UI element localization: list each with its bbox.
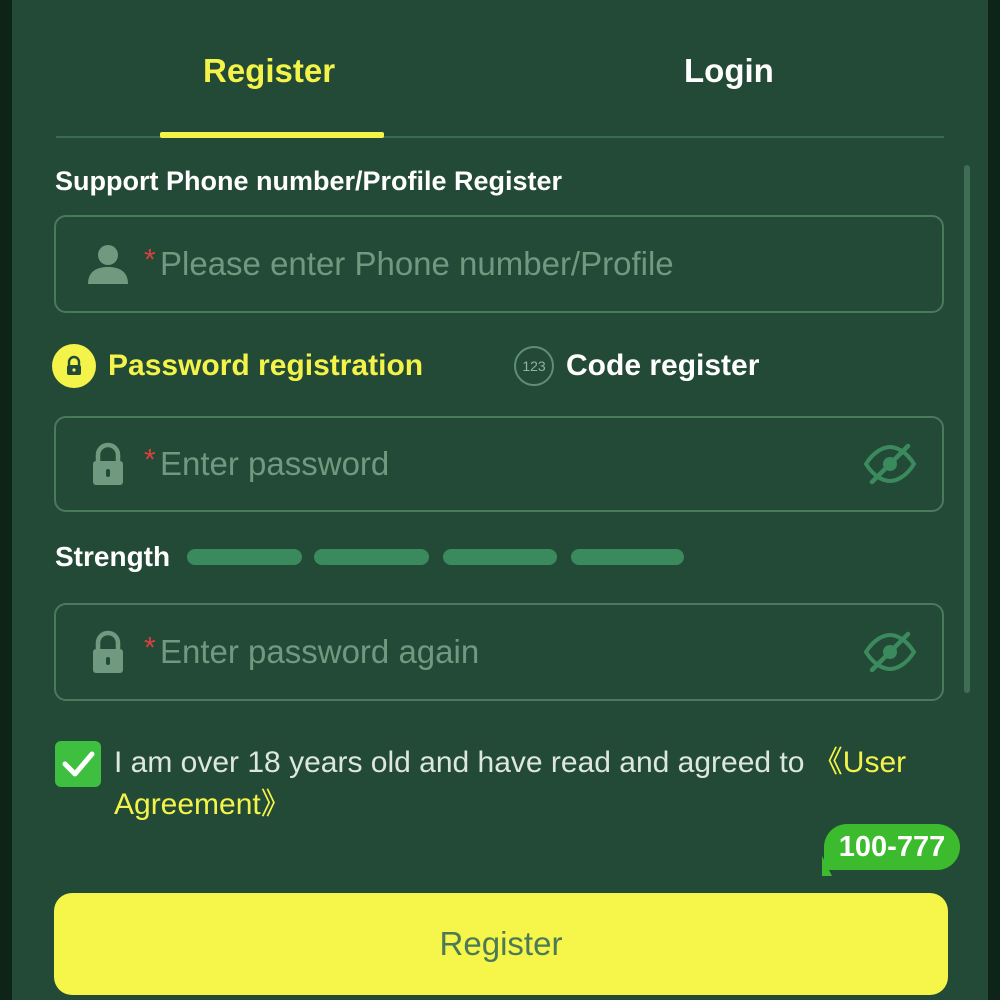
auth-tabs: Register Login bbox=[56, 0, 944, 138]
password-input[interactable] bbox=[160, 418, 850, 510]
code-register-label: Code register bbox=[566, 349, 760, 382]
password-field[interactable]: * bbox=[54, 416, 944, 512]
password-confirm-input[interactable] bbox=[160, 605, 850, 699]
password-confirm-field[interactable]: * bbox=[54, 603, 944, 701]
tab-register[interactable]: Register bbox=[203, 52, 335, 90]
eye-off-icon[interactable] bbox=[862, 442, 918, 486]
lock-icon bbox=[52, 344, 96, 388]
lock-icon bbox=[93, 442, 123, 485]
phone-field[interactable]: * bbox=[54, 215, 944, 313]
register-panel: Register Login Support Phone number/Prof… bbox=[12, 0, 988, 1000]
numeric-code-icon: 123 bbox=[514, 346, 554, 386]
password-registration-label: Password registration bbox=[108, 349, 424, 382]
phone-input[interactable] bbox=[160, 217, 850, 311]
password-registration-option[interactable]: Password registration bbox=[52, 343, 423, 389]
bonus-badge: 100-777 bbox=[824, 824, 960, 870]
required-mark: * bbox=[144, 443, 156, 477]
form-scrollbar[interactable] bbox=[964, 165, 970, 693]
tab-login[interactable]: Login bbox=[684, 52, 774, 90]
background-edge-left bbox=[0, 0, 12, 1000]
background-edge-right bbox=[988, 0, 1000, 1000]
strength-segment-1 bbox=[187, 549, 302, 565]
section-label: Support Phone number/Profile Register bbox=[55, 166, 563, 196]
check-icon bbox=[62, 751, 95, 777]
required-mark: * bbox=[144, 243, 156, 277]
strength-segment-2 bbox=[314, 549, 429, 565]
register-button[interactable]: Register bbox=[54, 893, 948, 995]
user-icon bbox=[88, 245, 128, 284]
strength-label: Strength bbox=[55, 541, 171, 572]
lock-icon bbox=[93, 630, 123, 673]
strength-segment-3 bbox=[443, 549, 557, 565]
eye-off-icon[interactable] bbox=[862, 630, 918, 674]
active-tab-indicator bbox=[160, 132, 384, 138]
agreement-statement: I am over 18 years old and have read and… bbox=[114, 746, 813, 779]
required-mark: * bbox=[144, 631, 156, 665]
code-register-option[interactable]: 123 Code register bbox=[514, 343, 759, 389]
agreement-text: I am over 18 years old and have read and… bbox=[114, 742, 954, 826]
agreement-checkbox[interactable] bbox=[55, 741, 101, 787]
strength-segment-4 bbox=[571, 549, 684, 565]
